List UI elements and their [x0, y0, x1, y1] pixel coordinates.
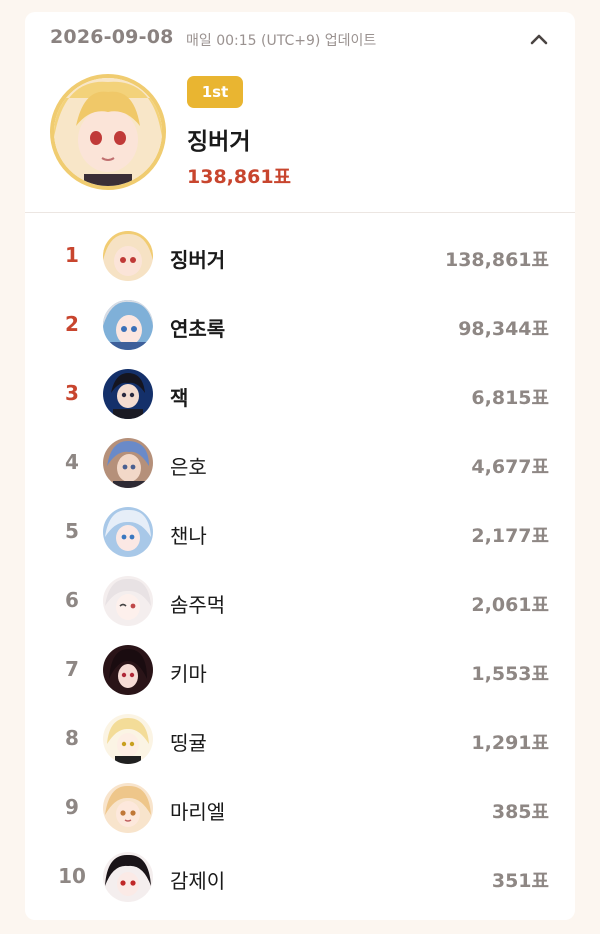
ranking-header: 2026-09-08 매일 00:15 (UTC+9) 업데이트 [25, 12, 575, 64]
update-schedule-note: 매일 00:15 (UTC+9) 업데이트 [186, 33, 377, 49]
vote-count: 2,061표 [471, 594, 549, 616]
chevron-up-icon [530, 34, 548, 45]
ranking-row-3[interactable]: 3 잭 6,815표 [25, 363, 575, 425]
streamer-name: 띵귤 [170, 731, 207, 755]
rank-number: 2 [65, 312, 79, 336]
first-place-votes: 138,861표 [187, 166, 292, 188]
ranking-date: 2026-09-08 [50, 26, 174, 48]
streamer-name: 솜주먹 [170, 593, 226, 617]
ranking-row-4[interactable]: 4 은호 4,677표 [25, 432, 575, 494]
avatar [103, 852, 153, 902]
ranking-card: 2026-09-08 매일 00:15 (UTC+9) 업데이트 1st 징버거… [25, 12, 575, 920]
rank-number: 10 [58, 864, 86, 888]
streamer-name: 마리엘 [170, 800, 226, 824]
streamer-name: 잭 [170, 386, 189, 410]
ranking-row-5[interactable]: 5 챈나 2,177표 [25, 501, 575, 563]
section-divider [25, 212, 575, 213]
vote-count: 6,815표 [471, 387, 549, 409]
vote-count: 2,177표 [471, 525, 549, 547]
vote-count: 98,344표 [458, 318, 549, 340]
streamer-name: 감제이 [170, 869, 226, 893]
ranking-row-8[interactable]: 8 띵귤 1,291표 [25, 708, 575, 770]
avatar [103, 369, 153, 419]
avatar [103, 300, 153, 350]
streamer-name: 은호 [170, 455, 207, 479]
avatar [103, 507, 153, 557]
ranking-row-6[interactable]: 6 솜주먹 2,061표 [25, 570, 575, 632]
vote-count: 385표 [491, 801, 549, 823]
rank-number: 8 [65, 726, 79, 750]
first-place-avatar[interactable] [50, 74, 166, 190]
avatar [103, 438, 153, 488]
rank-number: 6 [65, 588, 79, 612]
rank-number: 7 [65, 657, 79, 681]
streamer-name: 키마 [170, 662, 207, 686]
avatar [103, 783, 153, 833]
first-place-name: 징버거 [187, 129, 251, 155]
rank-number: 3 [65, 381, 79, 405]
vote-count: 1,291표 [471, 732, 549, 754]
avatar [103, 576, 153, 626]
vote-count: 4,677표 [471, 456, 549, 478]
first-place-highlight: 1st 징버거 138,861표 [25, 64, 575, 212]
rank-number: 5 [65, 519, 79, 543]
collapse-button[interactable] [525, 26, 553, 52]
ranking-row-2[interactable]: 2 연초록 98,344표 [25, 294, 575, 356]
rank-number: 9 [65, 795, 79, 819]
rank-number: 4 [65, 450, 79, 474]
ranking-row-9[interactable]: 9 마리엘 385표 [25, 777, 575, 839]
vote-count: 1,553표 [471, 663, 549, 685]
avatar [103, 231, 153, 281]
streamer-name: 징버거 [170, 248, 226, 272]
ranking-row-7[interactable]: 7 키마 1,553표 [25, 639, 575, 701]
first-place-badge: 1st [187, 76, 243, 108]
streamer-name: 챈나 [170, 524, 207, 548]
ranking-row-1[interactable]: 1 징버거 138,861표 [25, 225, 575, 287]
vote-count: 351표 [491, 870, 549, 892]
ranking-row-10[interactable]: 10 감제이 351표 [25, 846, 575, 908]
streamer-name: 연초록 [170, 317, 226, 341]
avatar [103, 645, 153, 695]
avatar [103, 714, 153, 764]
vote-count: 138,861표 [444, 249, 549, 271]
rank-number: 1 [65, 243, 79, 267]
